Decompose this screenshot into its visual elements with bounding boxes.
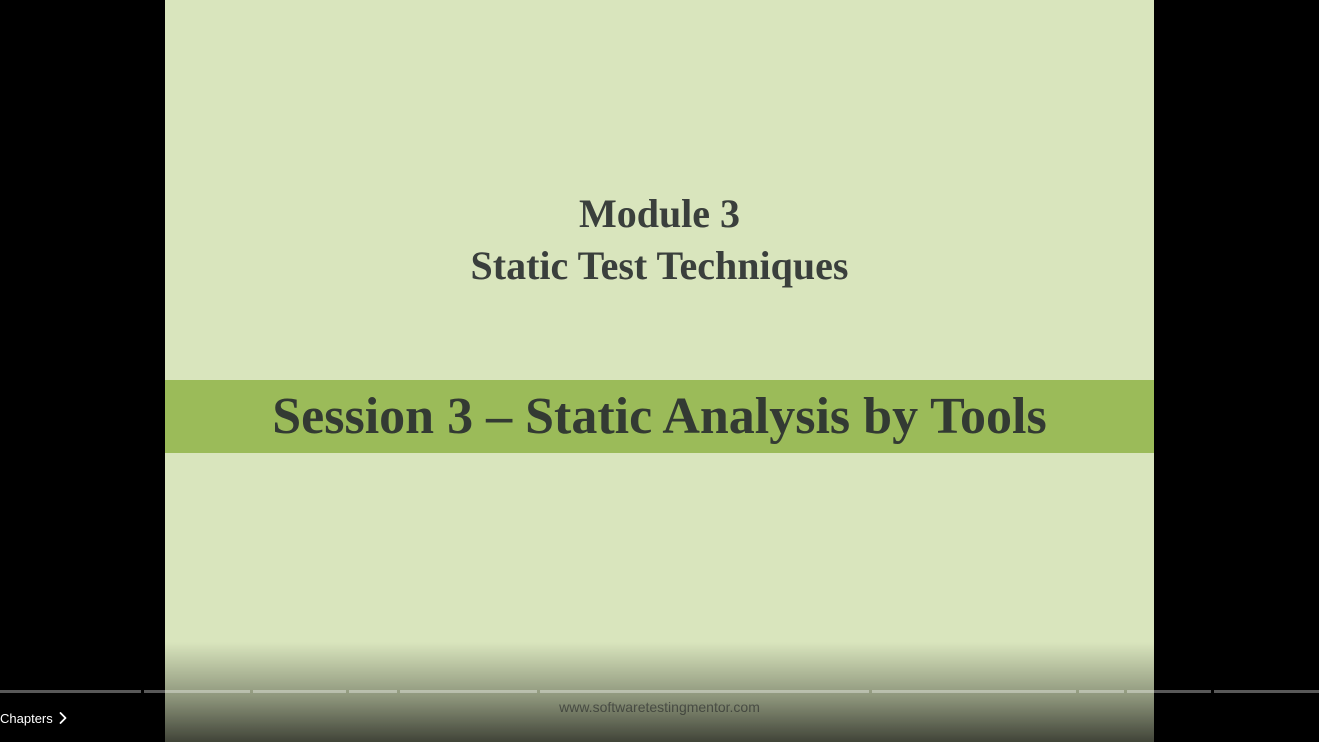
- chapter-segment[interactable]: [540, 690, 869, 693]
- module-title: Module 3: [578, 191, 741, 236]
- chapter-segment[interactable]: [1079, 690, 1124, 693]
- session-band: Session 3 – Static Analysis by Tools: [165, 380, 1154, 453]
- chapter-segment[interactable]: [872, 690, 1076, 693]
- video-player[interactable]: Module 3 Static Test Techniques Session …: [0, 0, 1319, 742]
- chevron-right-icon: [59, 712, 67, 724]
- chapters-label: Chapters: [0, 710, 53, 726]
- video-slide: Module 3 Static Test Techniques Session …: [165, 0, 1154, 742]
- chapter-segment[interactable]: [253, 690, 346, 693]
- chapters-button[interactable]: Chapters: [0, 707, 67, 729]
- chapter-progress-bar[interactable]: [0, 690, 1319, 693]
- watermark: www.softwaretestingmentor.com: [559, 699, 760, 715]
- chapter-segment[interactable]: [400, 690, 537, 693]
- module-subtitle: Static Test Techniques: [470, 243, 849, 288]
- session-title: Session 3 – Static Analysis by Tools: [272, 388, 1047, 445]
- chapter-segment[interactable]: [144, 690, 250, 693]
- chapter-segment[interactable]: [349, 690, 397, 693]
- chapter-segment[interactable]: [1127, 690, 1211, 693]
- chapter-segment[interactable]: [0, 690, 141, 693]
- chapter-segment[interactable]: [1214, 690, 1319, 693]
